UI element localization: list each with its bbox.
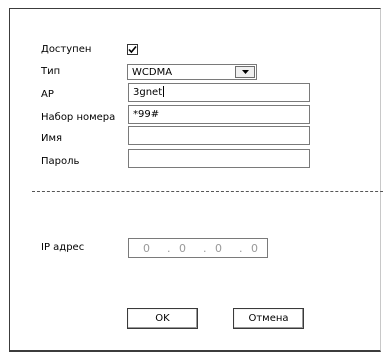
dial-input[interactable]: *99# [128,105,310,124]
ok-button[interactable]: OK [127,308,198,329]
enabled-label: Доступен [41,44,92,55]
settings-panel: Доступен Тип WCDMA AP 3gnet Набор номера… [9,8,383,352]
ap-input-value: 3gnet [133,87,163,98]
ip-dot: . [203,242,207,255]
ap-label: AP [41,89,54,100]
ip-octet-3: 0 [215,242,222,255]
text-caret [163,86,165,97]
ip-dot: . [167,242,171,255]
ap-input[interactable]: 3gnet [128,83,310,102]
ip-octet-4: 0 [251,242,258,255]
checkmark-icon [128,45,137,54]
ip-dot: . [239,242,243,255]
ip-address-field[interactable]: 0 . 0 . 0 . 0 [128,238,268,258]
dial-input-value: *99# [133,109,160,120]
type-label: Тип [41,66,61,77]
section-divider [32,191,383,192]
ip-octet-1: 0 [143,242,150,255]
ip-octet-2: 0 [179,242,186,255]
cancel-button[interactable]: Отмена [233,308,304,329]
name-label: Имя [41,133,63,144]
password-input[interactable] [128,149,310,168]
triangle-down-icon [242,70,249,74]
type-select-value: WCDMA [132,67,173,78]
ip-label: IP адрес [41,242,85,253]
password-label: Пароль [41,156,80,167]
name-input[interactable] [128,126,310,145]
type-dropdown-button[interactable] [235,66,255,78]
enabled-checkbox[interactable] [127,44,138,55]
type-select[interactable]: WCDMA [127,64,257,80]
dial-label: Набор номера [41,112,116,123]
